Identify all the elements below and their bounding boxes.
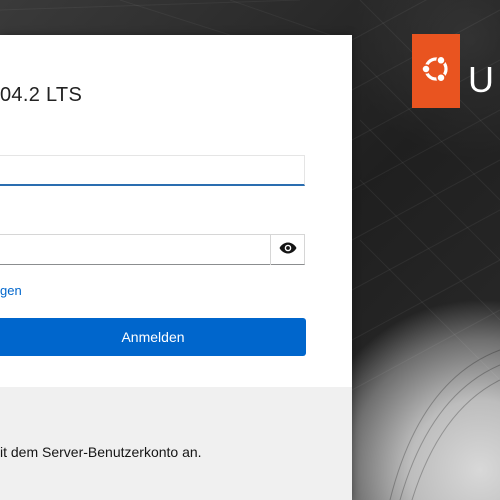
login-button[interactable]: Anmelden	[0, 318, 306, 356]
eye-icon	[279, 241, 297, 259]
circle-of-friends-icon	[419, 52, 453, 91]
login-options-link[interactable]: gen	[0, 283, 22, 298]
password-input[interactable]	[0, 234, 305, 265]
username-input[interactable]	[0, 155, 305, 186]
brand-wordmark: U	[468, 59, 494, 100]
ubuntu-logo	[412, 34, 460, 108]
footer-text: it dem Server-Benutzerkonto an.	[0, 444, 202, 460]
page-title: 04.2 LTS	[0, 84, 83, 106]
show-password-button[interactable]	[270, 234, 305, 265]
